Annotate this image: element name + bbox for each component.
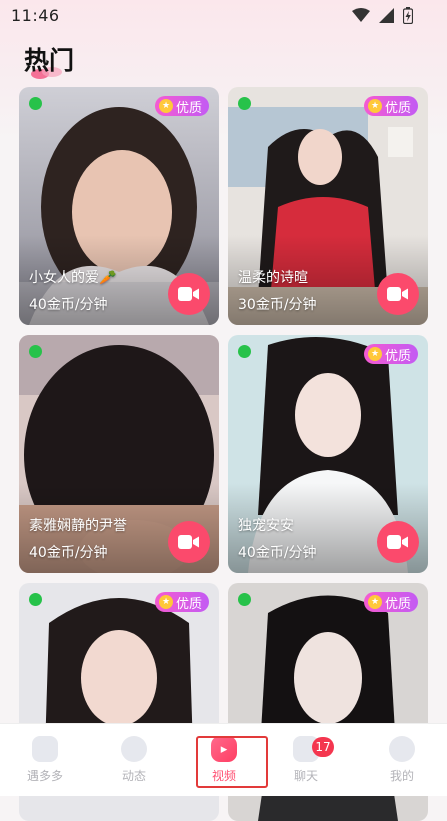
moments-icon — [121, 736, 147, 762]
home-icon — [32, 736, 58, 762]
video-call-button[interactable] — [377, 521, 419, 563]
anchor-name: 温柔的诗暄 — [238, 270, 308, 286]
anchor-card[interactable]: ★ 优质 独宠安安 40金币/分钟 — [228, 335, 428, 573]
star-icon: ★ — [367, 347, 382, 361]
quality-badge-label: 优质 — [384, 596, 411, 612]
video-camera-icon — [178, 287, 199, 301]
video-call-button[interactable] — [168, 273, 210, 315]
quality-badge: ★ 优质 — [363, 96, 418, 116]
nav-label: 遇多多 — [26, 769, 63, 783]
video-camera-icon — [178, 535, 199, 549]
status-bar: 11:46 — [0, 0, 447, 32]
anchor-card[interactable]: 素雅娴静的尹誉 40金币/分钟 — [19, 335, 219, 573]
quality-badge-label: 优质 — [175, 596, 202, 612]
quality-badge: ★ 优质 — [154, 96, 209, 116]
status-time: 11:46 — [11, 6, 60, 25]
anchor-price: 40金币/分钟 — [238, 545, 317, 561]
quality-badge-label: 优质 — [384, 100, 411, 116]
anchor-price: 30金币/分钟 — [238, 297, 317, 313]
anchor-price: 40金币/分钟 — [29, 545, 108, 561]
nav-label: 我的 — [389, 769, 414, 783]
page-title: 热门 — [24, 46, 75, 75]
online-status-dot — [29, 345, 42, 358]
nav-item-home[interactable]: 遇多多 — [15, 736, 75, 784]
unread-count-badge: 17 — [312, 737, 334, 757]
nav-label: 聊天 — [293, 769, 318, 783]
quality-badge-label: 优质 — [384, 348, 411, 364]
star-icon: ★ — [367, 595, 382, 609]
profile-icon — [389, 736, 415, 762]
video-camera-icon — [387, 535, 408, 549]
anchor-name: 素雅娴静的尹誉 — [29, 518, 127, 534]
online-status-dot — [238, 97, 251, 110]
battery-icon — [403, 7, 413, 24]
online-status-dot — [29, 97, 42, 110]
anchor-name: 小女人的爱🥕 — [29, 270, 117, 286]
quality-badge-label: 优质 — [175, 100, 202, 116]
quality-badge: ★ 优质 — [363, 592, 418, 612]
star-icon: ★ — [158, 595, 173, 609]
status-icons — [352, 7, 413, 24]
star-icon: ★ — [367, 99, 382, 113]
online-status-dot — [238, 345, 251, 358]
signal-icon — [379, 8, 394, 23]
nav-item-profile[interactable]: 我的 — [372, 736, 432, 784]
video-camera-icon — [387, 287, 408, 301]
anchor-name: 独宠安安 — [238, 518, 294, 534]
anchor-card[interactable]: ★ 优质 小女人的爱🥕 40金币/分钟 — [19, 87, 219, 325]
video-call-button[interactable] — [168, 521, 210, 563]
online-status-dot — [238, 593, 251, 606]
video-call-button[interactable] — [377, 273, 419, 315]
star-icon: ★ — [158, 99, 173, 113]
quality-badge: ★ 优质 — [363, 344, 418, 364]
anchor-card[interactable]: ★ 优质 温柔的诗暄 30金币/分钟 — [228, 87, 428, 325]
nav-item-moments[interactable]: 动态 — [104, 736, 164, 784]
selection-highlight — [196, 736, 268, 788]
wifi-icon — [352, 8, 370, 23]
nav-label: 动态 — [121, 769, 146, 783]
quality-badge: ★ 优质 — [154, 592, 209, 612]
anchor-price: 40金币/分钟 — [29, 297, 108, 313]
online-status-dot — [29, 593, 42, 606]
